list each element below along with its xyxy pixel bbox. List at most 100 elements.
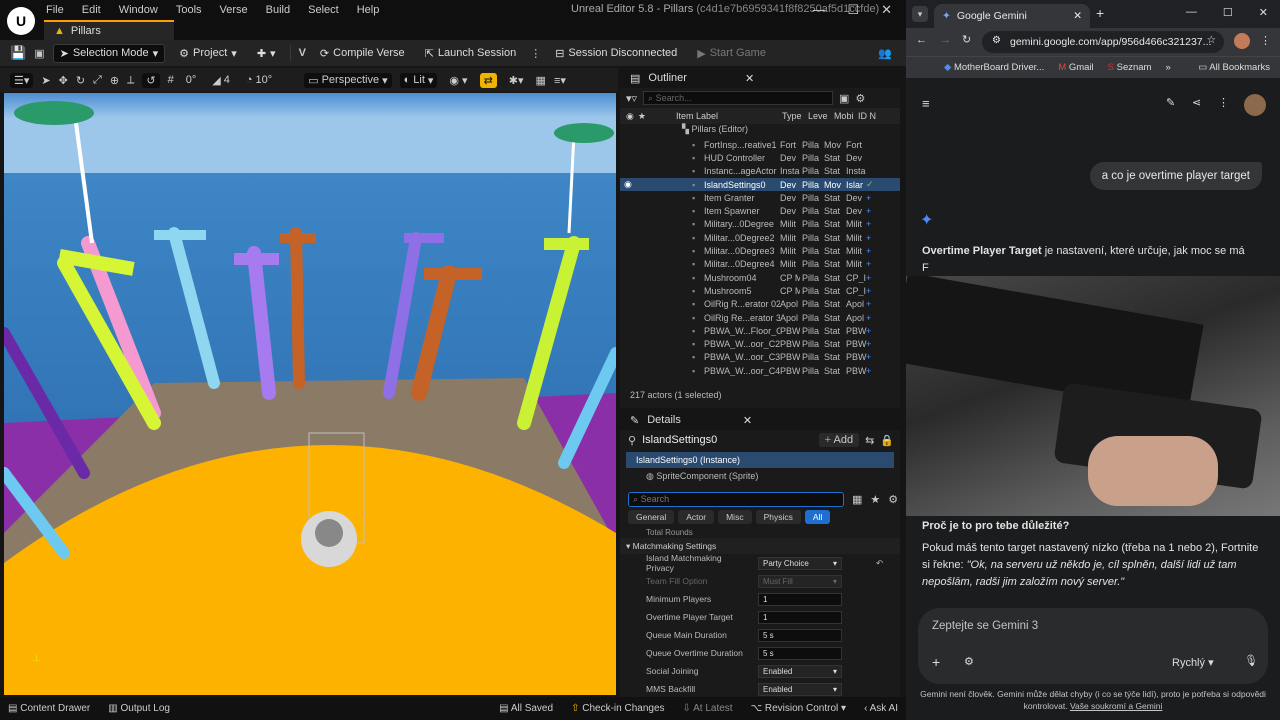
col-mobility[interactable]: Mobi: [834, 111, 854, 121]
filter-icon[interactable]: ▾▿: [626, 92, 637, 105]
settings-icon[interactable]: ⚙: [888, 493, 898, 506]
outliner-row[interactable]: ▪ PBWA_W...oor_C3 PBW Pilla Stat PBW +: [620, 351, 900, 364]
snap-toggle[interactable]: ↺: [142, 72, 160, 88]
layout-icon[interactable]: ▦: [536, 74, 546, 87]
forward-icon[interactable]: →: [940, 34, 951, 46]
select-tool-icon[interactable]: ➤: [41, 74, 50, 87]
rotate-tool-icon[interactable]: ↻: [76, 74, 85, 87]
maximize-icon[interactable]: ☐: [847, 2, 859, 18]
surface-snap-icon[interactable]: ⟂: [127, 74, 134, 87]
outliner-row[interactable]: ▪ PBWA_W...oor_C2 PBW Pilla Stat PBW +: [620, 337, 900, 350]
tab-search-icon[interactable]: ▾: [912, 6, 928, 22]
menu-item-help[interactable]: Help: [357, 4, 380, 16]
add-icon[interactable]: +: [866, 193, 871, 203]
details-search-input[interactable]: ⌕ Search: [628, 491, 844, 507]
project-dropdown[interactable]: ⚙ Project ▾: [173, 45, 243, 62]
col-item-label[interactable]: Item Label: [676, 111, 778, 121]
show-flags-dropdown[interactable]: ◉ ▾: [445, 73, 471, 88]
menu-icon[interactable]: ≡: [922, 96, 930, 111]
chrome-menu-icon[interactable]: ⋮: [1260, 34, 1271, 47]
col-id-name[interactable]: ID N: [858, 111, 876, 121]
outliner-row[interactable]: ▪ Item Spawner Dev Pilla Stat Dev +: [620, 204, 900, 217]
reset-icon[interactable]: ↶: [876, 558, 883, 569]
outliner-row[interactable]: ▪ Mushroom5 CP M Pilla Stat CP_I +: [620, 284, 900, 297]
minimize-icon[interactable]: —: [812, 2, 825, 18]
unreal-logo-icon[interactable]: U: [7, 7, 35, 35]
property-input[interactable]: 1: [758, 610, 842, 624]
rotation-snap-value[interactable]: 0°: [182, 73, 201, 87]
microphone-icon[interactable]: 🎙: [1244, 654, 1258, 667]
property-dropdown[interactable]: Enabled ▾: [758, 664, 842, 678]
col-type[interactable]: Type: [782, 111, 804, 121]
matchmaking-section-header[interactable]: ▾ Matchmaking Settings: [620, 538, 900, 554]
add-icon[interactable]: +: [866, 326, 871, 336]
grid-snap-icon[interactable]: #: [168, 74, 174, 86]
favorites-icon[interactable]: ★: [870, 493, 880, 506]
model-mode-dropdown[interactable]: Rychlý ▾: [1172, 656, 1214, 669]
close-tab-icon[interactable]: ✕: [1073, 10, 1082, 22]
profile-avatar[interactable]: [1234, 33, 1250, 49]
property-input[interactable]: 5 s: [758, 628, 842, 642]
tools-icon[interactable]: ⚙: [964, 655, 974, 668]
outliner-row[interactable]: ▪ OilRig R...erator 02 Apol Pilla Stat Apol +: [620, 298, 900, 311]
outliner-search-input[interactable]: ⌕ Search...: [643, 91, 834, 105]
add-icon[interactable]: +: [866, 233, 871, 243]
menu-item-verse[interactable]: Verse: [220, 4, 248, 16]
outliner-row[interactable]: ▪ FortInsp...reative1 Fort Pilla Mov Fort: [620, 138, 900, 151]
add-icon[interactable]: +: [866, 313, 871, 323]
close-tab-icon[interactable]: ✕: [743, 414, 752, 427]
session-status-button[interactable]: ⊟ Session Disconnected: [549, 45, 683, 62]
col-level[interactable]: Leve: [808, 111, 830, 121]
property-dropdown[interactable]: Party Choice ▾: [758, 556, 842, 570]
reload-icon[interactable]: ↻: [962, 33, 971, 46]
menu-item-select[interactable]: Select: [308, 4, 339, 16]
sprite-component-item[interactable]: ◍ SpriteComponent (Sprite): [620, 468, 900, 484]
viewport-menu-button[interactable]: ☰▾: [10, 72, 34, 88]
back-icon[interactable]: ←: [916, 34, 927, 46]
filter-tab-general[interactable]: General: [628, 510, 675, 524]
outliner-row[interactable]: ▪ PBWA_W...Floor_C PBW Pilla Stat PBW +: [620, 324, 900, 337]
site-info-icon[interactable]: ⚙: [992, 35, 1001, 46]
close-icon[interactable]: ✕: [881, 2, 892, 18]
outliner-root-item[interactable]: ▚ Pillars (Editor): [620, 124, 900, 138]
start-game-button[interactable]: ▶ Start Game: [691, 45, 772, 62]
prompt-input[interactable]: Zeptejte se Gemini 3: [932, 620, 1038, 632]
more-icon[interactable]: ⋮: [1218, 96, 1229, 109]
close-icon[interactable]: ✕: [1259, 6, 1268, 19]
all-bookmarks-button[interactable]: ▭ All Bookmarks: [1198, 62, 1270, 73]
url-input[interactable]: ⚙ gemini.google.com/app/956d466c321237...…: [982, 31, 1224, 53]
add-icon[interactable]: +: [866, 246, 871, 256]
add-icon[interactable]: +: [866, 286, 871, 296]
table-view-icon[interactable]: ▦: [852, 493, 862, 506]
filter-tab-all[interactable]: All: [804, 510, 831, 524]
settings-icon[interactable]: ✱▾: [505, 73, 528, 88]
add-icon[interactable]: +: [866, 219, 871, 229]
minimize-icon[interactable]: —: [1186, 6, 1197, 19]
outliner-row[interactable]: ▪ Mushroom04 CP M Pilla Stat CP_I +: [620, 271, 900, 284]
bookmark-seznam[interactable]: S Seznam: [1108, 62, 1152, 73]
scale-snap-value[interactable]: ◢ 4: [208, 73, 234, 88]
selection-mode-dropdown[interactable]: ➤ Selection Mode ▾: [52, 43, 166, 63]
compile-verse-button[interactable]: ⟳ Compile Verse: [314, 45, 411, 62]
bookmark-star-icon[interactable]: ☆: [1207, 34, 1216, 46]
outliner-row[interactable]: ▪ Militar...0Degree4 Milit Pilla Stat Milit +: [620, 258, 900, 271]
level-viewport[interactable]: ⊥: [4, 93, 616, 695]
revision-control-button[interactable]: ⌥ Revision Control ▾: [751, 703, 847, 714]
outliner-row[interactable]: ▪ Military...0Degree Milit Pilla Stat Milit +: [620, 218, 900, 231]
add-content-button[interactable]: ✚ ▾: [251, 45, 282, 62]
world-local-icon[interactable]: ⊕: [110, 74, 119, 87]
perspective-dropdown[interactable]: ▭ Perspective ▾: [304, 72, 392, 88]
filter-tab-physics[interactable]: Physics: [755, 510, 801, 524]
outliner-settings-icon[interactable]: ⚙: [855, 92, 865, 105]
add-icon[interactable]: +: [866, 339, 871, 349]
details-tab[interactable]: ✎ Details ✕: [620, 410, 900, 430]
menu-item-edit[interactable]: Edit: [82, 4, 101, 16]
outliner-row[interactable]: ◉ ▪ IslandSettings0 Dev Pilla Mov Islar ✓: [620, 177, 900, 192]
outliner-row[interactable]: ▪ Instanc...ageActor Insta Pilla Stat Insta: [620, 165, 900, 178]
scale-tool-icon[interactable]: ⤢: [93, 74, 102, 87]
add-component-button[interactable]: + Add: [818, 433, 860, 447]
users-icon[interactable]: 👥: [878, 47, 892, 60]
check-in-button[interactable]: ⇧ Check-in Changes: [571, 703, 664, 714]
property-dropdown[interactable]: Enabled ▾: [758, 682, 842, 696]
verse-icon[interactable]: V: [299, 47, 306, 59]
